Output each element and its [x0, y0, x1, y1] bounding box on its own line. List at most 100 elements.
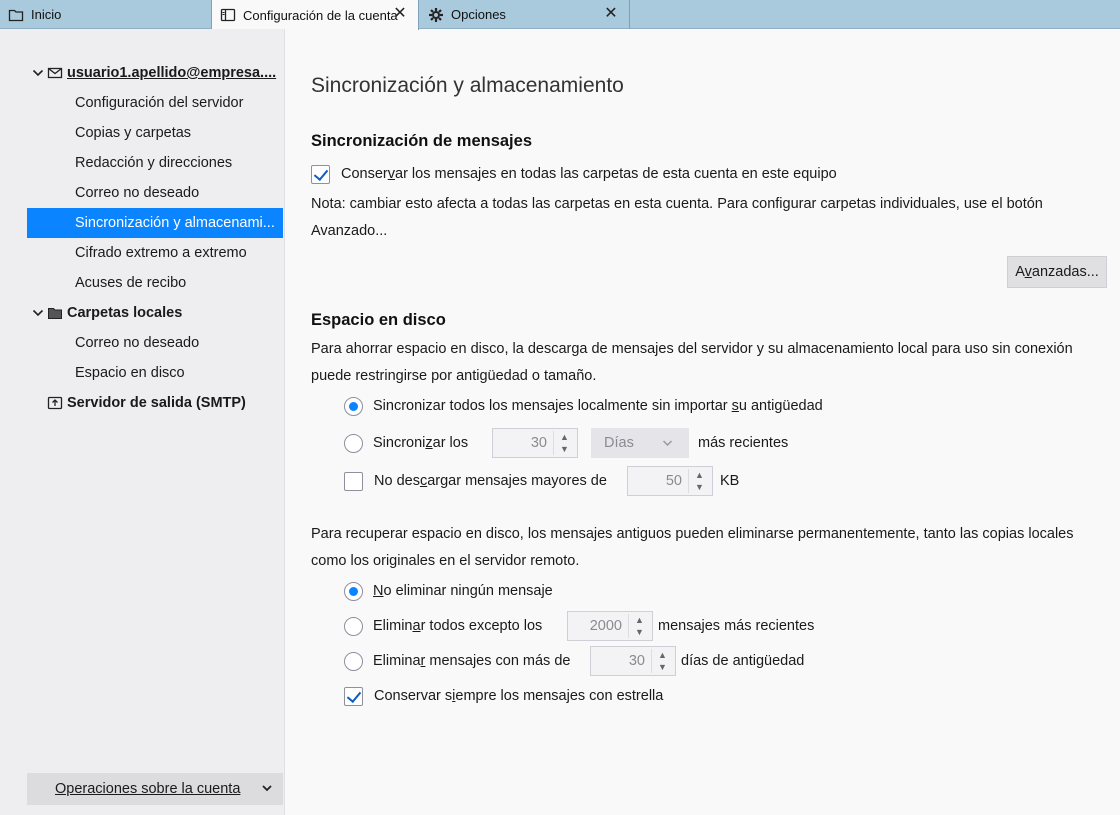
page-title: Sincronización y almacenamiento	[311, 74, 624, 97]
keep-messages-checkbox[interactable]	[311, 164, 330, 184]
sync-recent-option[interactable]: Sincronizar los 30 ▲ ▼ Días más recientes	[344, 428, 788, 458]
delete-older-radio[interactable]	[344, 651, 363, 671]
stepper-value: 50	[665, 473, 682, 489]
sync-recent-radio[interactable]	[344, 433, 363, 453]
account-sidebar: usuario1.apellido@empresa.... Configurac…	[0, 29, 285, 815]
chevron-down-icon[interactable]	[31, 306, 45, 320]
sidebar-item-copies-folders[interactable]: Copias y carpetas	[27, 118, 283, 148]
sidebar-item-label: Configuración del servidor	[75, 95, 244, 111]
stepper-arrows[interactable]: ▲ ▼	[688, 469, 710, 493]
sync-recent-stepper[interactable]: 30 ▲ ▼	[492, 428, 578, 458]
sidebar-item-label: Sincronización y almacenami...	[75, 215, 275, 231]
chevron-up-icon[interactable]: ▲	[629, 614, 650, 626]
stepper-value: 2000	[589, 618, 622, 634]
disk-section-title: Espacio en disco	[311, 311, 446, 329]
disk-intro: Para ahorrar espacio en disco, la descar…	[311, 341, 1073, 384]
delete-older-suffix: días de antigüedad	[681, 653, 805, 669]
sidebar-item-label: Cifrado extremo a extremo	[75, 245, 247, 261]
chevron-down-icon[interactable]: ▼	[554, 443, 575, 455]
stepper-arrows[interactable]: ▲ ▼	[651, 649, 673, 673]
sync-section-title: Sincronización de mensajes	[311, 132, 532, 150]
delete-except-option[interactable]: Eliminar todos excepto los 2000 ▲ ▼ mensa…	[344, 611, 814, 641]
sidebar-item-junk[interactable]: Correo no deseado	[27, 178, 283, 208]
sync-note: Nota: cambiar esto afecta a todas las ca…	[311, 196, 1043, 239]
delete-none-label: No eliminar ningún mensaje	[373, 583, 553, 599]
chevron-down-icon[interactable]	[31, 66, 45, 80]
sidebar-item-label: Correo no deseado	[75, 185, 200, 201]
cleanup-intro: Para recuperar espacio en disco, los men…	[311, 526, 1074, 569]
smtp-node[interactable]: Servidor de salida (SMTP)	[47, 391, 246, 415]
delete-none-option[interactable]: No eliminar ningún mensaje	[344, 577, 553, 605]
account-actions-button[interactable]: Operaciones sobre la cuenta	[27, 773, 283, 805]
size-unit: KB	[720, 473, 740, 489]
chevron-down-icon	[662, 440, 673, 447]
keep-starred-checkbox[interactable]	[344, 686, 363, 706]
tab-account-settings[interactable]: Configuración de la cuenta ✕	[211, 0, 419, 30]
chevron-up-icon[interactable]: ▲	[554, 431, 575, 443]
advanced-label: Avanzadas...	[1015, 264, 1099, 280]
mail-icon	[47, 67, 63, 79]
sidebar-item-server-settings[interactable]: Configuración del servidor	[27, 88, 283, 118]
tab-bar: Inicio Configuración de la cuenta ✕ Opci…	[0, 0, 1120, 30]
sidebar-item-local-junk[interactable]: Correo no deseado	[27, 328, 283, 358]
sidebar-item-label: Correo no deseado	[75, 335, 200, 351]
chevron-down-icon[interactable]: ▼	[689, 481, 710, 493]
sync-recent-suffix: más recientes	[698, 435, 789, 451]
keep-count-stepper[interactable]: 2000 ▲ ▼	[567, 611, 653, 641]
stepper-value: 30	[628, 653, 645, 669]
delete-except-radio[interactable]	[344, 616, 363, 636]
local-folders-label: Carpetas locales	[67, 305, 183, 321]
tab-inicio[interactable]: Inicio	[0, 0, 210, 29]
account-name: usuario1.apellido@empresa....	[67, 65, 277, 81]
sidebar-item-label: Copias y carpetas	[75, 125, 192, 141]
keep-starred-label: Conservar siempre los mensajes con estre…	[374, 688, 664, 704]
smtp-label: Servidor de salida (SMTP)	[67, 395, 246, 411]
sidebar-item-sync-storage[interactable]: Sincronización y almacenami...	[27, 208, 283, 238]
chevron-down-icon[interactable]: ▼	[652, 661, 673, 673]
chevron-down-icon[interactable]: ▼	[629, 626, 650, 638]
delete-older-label: Eliminar mensajes con más de	[373, 653, 571, 669]
folder-icon	[48, 308, 62, 319]
chevron-down-icon	[262, 785, 272, 792]
chevron-up-icon[interactable]: ▲	[652, 649, 673, 661]
stepper-arrows[interactable]: ▲ ▼	[553, 431, 575, 455]
delete-none-radio[interactable]	[344, 581, 363, 601]
close-icon[interactable]: ✕	[603, 6, 619, 22]
no-download-checkbox[interactable]	[344, 471, 363, 491]
max-size-stepper[interactable]: 50 ▲ ▼	[627, 466, 713, 496]
settings-pane: Sincronización y almacenamiento Sincroni…	[286, 29, 1120, 815]
no-download-option[interactable]: No descargar mensajes mayores de 50 ▲ ▼ K…	[344, 466, 739, 496]
keep-starred-option[interactable]: Conservar siempre los mensajes con estre…	[344, 682, 663, 710]
account-actions-label: Operaciones sobre la cuenta	[55, 781, 241, 797]
sidebar-item-label: Acuses de recibo	[75, 275, 187, 291]
sidebar-item-receipts[interactable]: Acuses de recibo	[27, 268, 283, 298]
sidebar-item-local-disk-space[interactable]: Espacio en disco	[27, 358, 283, 388]
no-download-label: No descargar mensajes mayores de	[374, 473, 607, 489]
sidebar-item-e2e-encryption[interactable]: Cifrado extremo a extremo	[27, 238, 283, 268]
account-tree-node[interactable]: usuario1.apellido@empresa....	[31, 61, 276, 85]
folder-icon	[8, 9, 24, 21]
sync-recent-label: Sincronizar los	[373, 435, 469, 451]
advanced-button[interactable]: Avanzadas...	[1007, 256, 1107, 288]
tab-opciones[interactable]: Opciones ✕	[420, 0, 630, 29]
tab-label: Opciones	[451, 7, 506, 22]
close-icon[interactable]: ✕	[392, 6, 408, 22]
account-settings-icon	[220, 8, 236, 22]
delete-older-option[interactable]: Eliminar mensajes con más de 30 ▲ ▼ días …	[344, 646, 804, 676]
chevron-up-icon[interactable]: ▲	[689, 469, 710, 481]
age-days-stepper[interactable]: 30 ▲ ▼	[590, 646, 676, 676]
local-folders-node[interactable]: Carpetas locales	[31, 301, 182, 325]
age-unit-select[interactable]: Días	[591, 428, 689, 458]
sidebar-item-composition[interactable]: Redacción y direcciones	[27, 148, 283, 178]
stepper-arrows[interactable]: ▲ ▼	[628, 614, 650, 638]
stepper-value: 30	[530, 435, 547, 451]
sync-all-radio[interactable]	[344, 396, 363, 416]
select-value: Días	[604, 435, 634, 451]
sidebar-item-label: Espacio en disco	[75, 365, 185, 381]
sync-all-option[interactable]: Sincronizar todos los mensajes localment…	[344, 392, 823, 420]
sidebar-item-label: Redacción y direcciones	[75, 155, 233, 171]
outgoing-server-icon	[47, 396, 63, 410]
tab-label: Inicio	[31, 7, 62, 22]
keep-messages-row[interactable]: Conservar los mensajes en todas las carp…	[311, 160, 837, 188]
delete-except-suffix: mensajes más recientes	[658, 618, 815, 634]
